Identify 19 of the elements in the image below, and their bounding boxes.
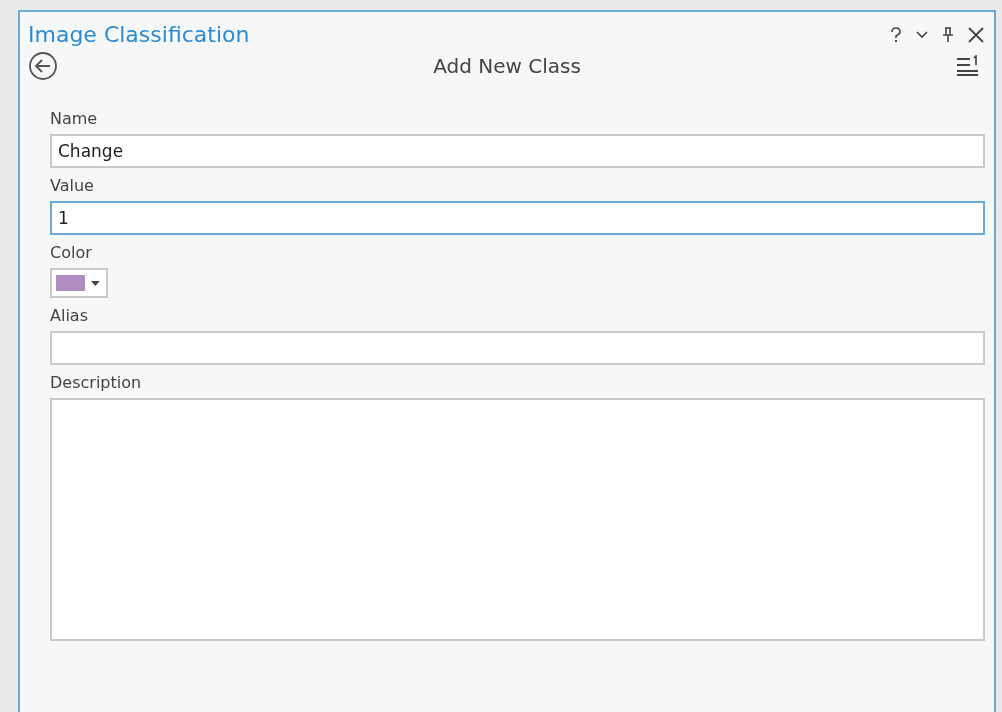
help-icon[interactable] [890,26,902,43]
list-menu-icon[interactable] [956,55,980,77]
field-label: Value [50,176,94,195]
close-icon[interactable] [968,26,984,43]
back-icon[interactable] [28,51,58,81]
text-field[interactable] [50,331,985,365]
field-label: Description [50,373,142,392]
pin-icon[interactable] [942,26,954,43]
chevron-down-icon[interactable] [916,30,928,39]
text-field[interactable]: 1 [50,201,985,235]
field-label: Color [50,243,92,262]
page-title: Add New Class [433,54,581,78]
field-label: Alias [50,306,88,325]
field-label: Name [50,109,98,128]
color-picker[interactable] [50,268,108,298]
dropdown-arrow-icon [91,280,100,286]
text-field[interactable]: Change [50,134,985,168]
pane-title: Image Classification [28,22,250,47]
description-field[interactable] [50,398,985,641]
